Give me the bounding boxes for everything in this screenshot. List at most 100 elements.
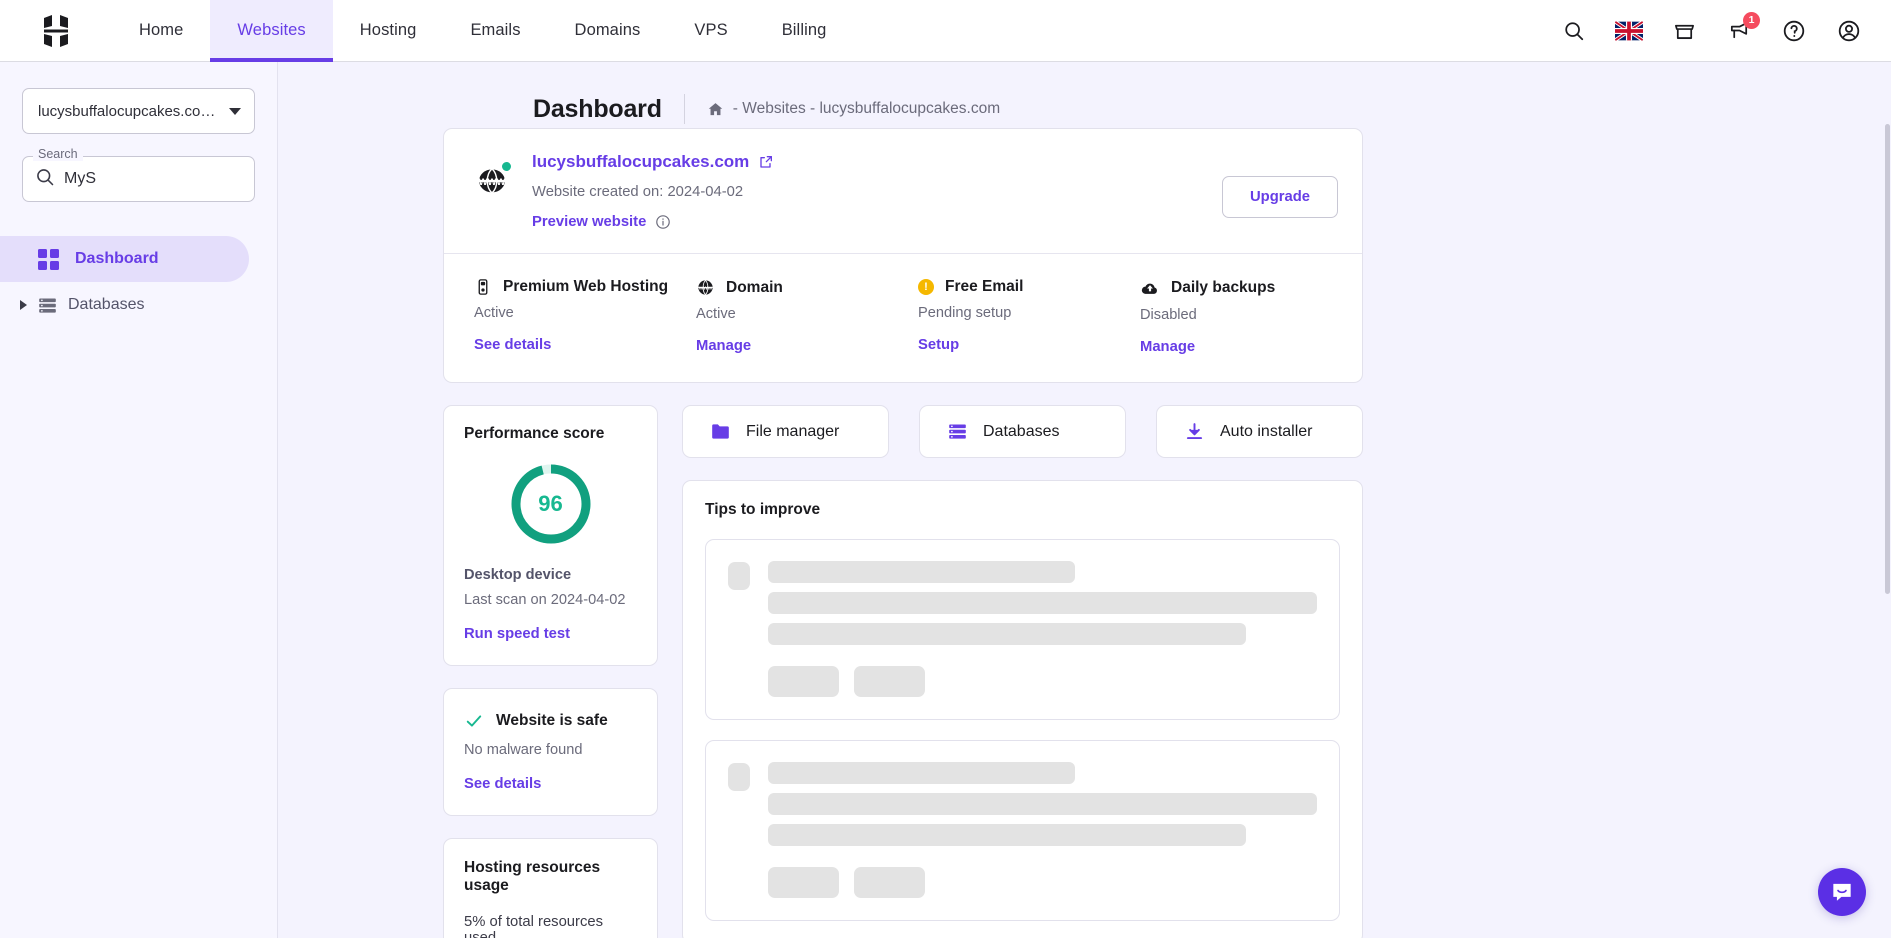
service-domain: WWW Domain Active Manage — [696, 278, 918, 356]
website-safety-subtitle: No malware found — [464, 742, 637, 758]
breadcrumb[interactable]: - Websites - lucysbuffalocupcakes.com — [707, 100, 1000, 118]
top-nav-actions: 1 — [1560, 0, 1891, 61]
service-daily-backups: Daily backups Disabled Manage — [1140, 278, 1362, 356]
header-divider — [684, 94, 685, 124]
help-icon[interactable] — [1780, 17, 1808, 45]
skeleton-line — [768, 793, 1317, 815]
skeleton-thumbnail — [728, 562, 750, 590]
announcement-icon[interactable]: 1 — [1725, 17, 1753, 45]
cloud-upload-icon — [1140, 278, 1160, 298]
skeleton-line — [768, 561, 1075, 583]
service-status: Pending setup — [918, 305, 1140, 321]
preview-website-link[interactable]: Preview website — [532, 214, 671, 230]
hosting-resources-title: Hosting resources usage — [464, 859, 637, 895]
search-label: Search — [33, 147, 83, 161]
dashboard-left-column: Performance score 96 Desktop device Last… — [443, 405, 658, 938]
website-domain-text: lucysbuffalocupcakes.com — [532, 152, 749, 172]
domain-selector[interactable]: lucysbuffalocupcakes.co… — [22, 88, 255, 134]
language-flag-uk-icon[interactable] — [1615, 17, 1643, 45]
sidebar-item-databases[interactable]: Databases — [0, 282, 277, 328]
skeleton-line — [768, 824, 1246, 846]
performance-score-title: Performance score — [464, 425, 637, 443]
run-speed-test-link[interactable]: Run speed test — [464, 626, 570, 642]
hosting-resources-card: Hosting resources usage 5% of total reso… — [443, 838, 658, 938]
website-summary-card: WWW lucysbuffalocupcakes.com — [443, 128, 1363, 383]
upgrade-button[interactable]: Upgrade — [1222, 176, 1338, 218]
tips-to-improve-card: Tips to improve — [682, 480, 1363, 938]
quick-action-file-manager[interactable]: File manager — [682, 405, 889, 458]
warning-icon: ! — [918, 279, 934, 295]
quick-action-auto-installer[interactable]: Auto installer — [1156, 405, 1363, 458]
service-name: Free Email — [945, 278, 1023, 296]
www-globe-icon: WWW — [474, 162, 510, 198]
search-icon[interactable] — [1560, 17, 1588, 45]
sidebar-item-dashboard[interactable]: Dashboard — [0, 236, 249, 282]
sidebar-item-dashboard-label: Dashboard — [75, 250, 159, 268]
service-status: Active — [696, 306, 918, 322]
service-action-link[interactable]: Setup — [918, 337, 959, 353]
folder-icon — [710, 421, 731, 442]
skeleton-button — [854, 666, 925, 697]
database-icon — [947, 421, 968, 442]
chevron-down-icon — [229, 108, 241, 115]
nav-item-websites[interactable]: Websites — [210, 0, 332, 61]
website-safety-title: Website is safe — [496, 712, 608, 730]
home-icon — [707, 101, 724, 118]
info-icon[interactable] — [655, 214, 671, 230]
service-name: Domain — [726, 279, 783, 297]
nav-item-domains[interactable]: Domains — [548, 0, 668, 61]
database-icon — [37, 295, 58, 316]
website-domain-link[interactable]: lucysbuffalocupcakes.com — [532, 152, 774, 172]
service-name: Daily backups — [1171, 279, 1275, 297]
chevron-right-icon — [20, 300, 27, 310]
service-action-link[interactable]: Manage — [1140, 339, 1195, 355]
grid-icon — [38, 249, 59, 270]
quick-action-label: Databases — [983, 423, 1060, 441]
service-free-email: ! Free Email Pending setup Setup — [918, 278, 1140, 356]
website-safety-link[interactable]: See details — [464, 776, 541, 792]
intercom-chat-launcher[interactable] — [1818, 868, 1866, 916]
page-title: Dashboard — [533, 95, 662, 124]
scrollbar-thumb[interactable] — [1885, 124, 1890, 594]
sidebar-item-databases-label: Databases — [68, 296, 145, 314]
service-action-link[interactable]: Manage — [696, 338, 751, 354]
storefront-icon[interactable] — [1670, 17, 1698, 45]
nav-item-vps[interactable]: VPS — [667, 0, 754, 61]
online-status-dot — [500, 160, 513, 173]
nav-item-emails[interactable]: Emails — [443, 0, 547, 61]
nav-item-billing[interactable]: Billing — [755, 0, 854, 61]
breadcrumb-text: - Websites - lucysbuffalocupcakes.com — [733, 100, 1000, 118]
svg-text:WWW: WWW — [699, 285, 713, 291]
sidebar: lucysbuffalocupcakes.co… Search Dashboar… — [0, 62, 278, 938]
performance-gauge: 96 — [464, 461, 637, 547]
dashboard-lower-section: Performance score 96 Desktop device Last… — [443, 405, 1791, 938]
skeleton-buttons — [768, 666, 1317, 697]
quick-action-databases[interactable]: Databases — [919, 405, 1126, 458]
skeleton-line — [768, 762, 1075, 784]
top-navigation-bar: Home Websites Hosting Emails Domains VPS… — [0, 0, 1891, 62]
external-link-icon — [758, 154, 774, 170]
hostinger-logo[interactable] — [0, 0, 112, 61]
search-input[interactable] — [64, 170, 242, 188]
sidebar-menu: Dashboard Databases — [0, 236, 277, 328]
server-icon — [474, 278, 492, 296]
service-status: Active — [474, 305, 696, 321]
performance-score-value: 96 — [508, 461, 594, 547]
service-action-link[interactable]: See details — [474, 337, 551, 353]
nav-item-home[interactable]: Home — [112, 0, 210, 61]
main-scrollbar[interactable] — [1884, 124, 1891, 938]
performance-device: Desktop device — [464, 567, 637, 583]
sidebar-search: Search — [22, 156, 255, 202]
skeleton-line — [768, 592, 1317, 614]
search-box[interactable] — [22, 156, 255, 202]
skeleton-button — [768, 867, 839, 898]
dashboard-content: WWW lucysbuffalocupcakes.com — [278, 128, 1891, 938]
nav-item-hosting[interactable]: Hosting — [333, 0, 444, 61]
dashboard-right-column: File manager — [682, 405, 1363, 938]
account-icon[interactable] — [1835, 17, 1863, 45]
skeleton-buttons — [768, 867, 1317, 898]
main-content: Dashboard - Websites - lucysbuffalocupca… — [278, 62, 1891, 938]
skeleton-button — [854, 867, 925, 898]
tips-to-improve-title: Tips to improve — [705, 501, 1340, 519]
domain-selector-value: lucysbuffalocupcakes.co… — [38, 103, 229, 120]
